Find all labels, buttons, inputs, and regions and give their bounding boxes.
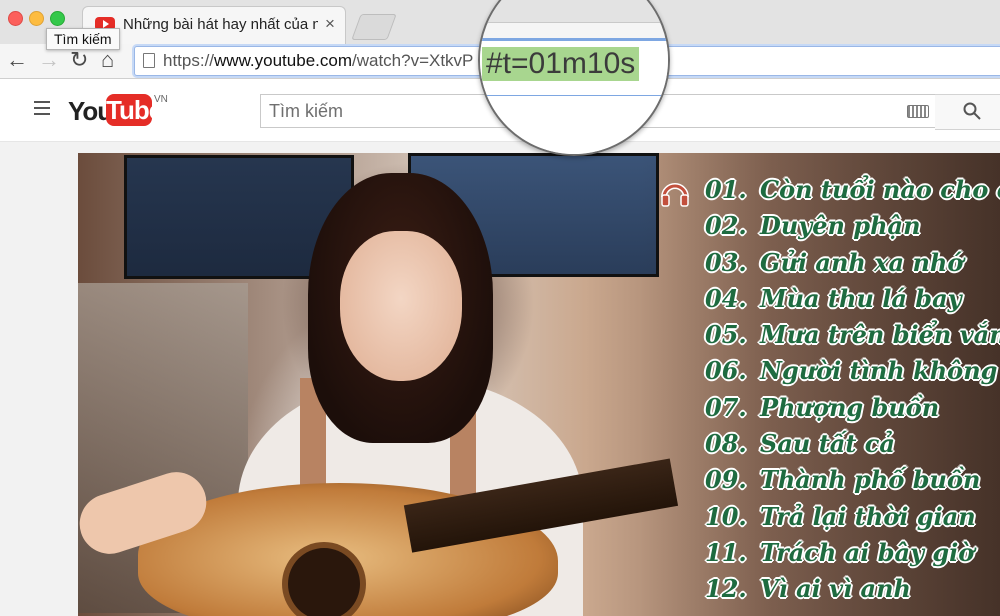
list-item: 07. Phượng buồn [660, 393, 1000, 429]
youtube-logo-tube[interactable]: Tube [106, 94, 163, 126]
tab-close-icon[interactable]: × [325, 14, 335, 34]
list-item: 02. Duyên phận [660, 211, 1000, 247]
home-button[interactable]: ⌂ [101, 46, 114, 74]
search-input[interactable]: Tìm kiếm [269, 101, 343, 122]
track-number: 06. [705, 356, 747, 386]
track-name: Người tình không đến [760, 356, 1000, 386]
track-number: 08. [705, 429, 747, 459]
url-domain: www.youtube.com [214, 51, 352, 70]
forward-button[interactable]: → [38, 46, 60, 74]
track-number: 04. [705, 283, 747, 313]
track-name: Gửi anh xa nhớ [760, 247, 964, 277]
list-item: 09. Thành phố buồn [660, 465, 1000, 501]
tab-title: Những bài hát hay nhất của nữ [123, 16, 318, 33]
track-name: Duyên phận [760, 211, 921, 241]
track-name: Sau tất cả [760, 429, 895, 459]
minimize-window-button[interactable] [29, 11, 44, 26]
track-number: 01. [705, 175, 747, 204]
track-number: 09. [705, 465, 747, 495]
track-number: 03. [705, 247, 747, 277]
track-number: 07. [705, 392, 747, 422]
track-number: 11. [705, 537, 747, 567]
url-magnifier: #t=01m10s [478, 0, 670, 156]
track-name: Mùa thu lá bay [760, 283, 962, 313]
browser-tab[interactable]: Những bài hát hay nhất của nữ × [82, 6, 346, 45]
list-item: 12. Vì ai vì anh [660, 574, 1000, 610]
list-item: 03. Gửi anh xa nhớ [660, 248, 1000, 284]
page-icon [143, 53, 155, 68]
magnifier-titlebar [480, 0, 668, 23]
track-name: Trách ai bây giờ [760, 537, 975, 567]
new-tab-button[interactable] [351, 14, 397, 40]
track-name: Phượng buồn [760, 392, 940, 422]
track-name: Thành phố buồn [760, 465, 981, 495]
track-number: 02. [705, 211, 747, 241]
track-name: Trả lại thời gian [760, 501, 976, 531]
list-item: 04. Mùa thu lá bay [660, 284, 1000, 320]
back-button[interactable]: ← [6, 46, 28, 74]
track-list: 01. Còn tuổi nào cho em 02. Duyên phận 03. Gử… [660, 175, 1000, 611]
magnified-timestamp: #t=01m10s [482, 47, 640, 81]
list-item: 08. Sau tất cả [660, 429, 1000, 465]
region-label: VN [154, 94, 168, 105]
track-number: 10. [705, 501, 747, 531]
video-player[interactable]: 01. Còn tuổi nào cho em 02. Duyên phận 03. Gử… [78, 153, 1000, 616]
close-window-button[interactable] [8, 11, 23, 26]
list-item: 06. Người tình không đến [660, 356, 1000, 392]
maximize-window-button[interactable] [50, 11, 65, 26]
tooltip: Tìm kiếm [46, 28, 120, 50]
search-icon [963, 102, 981, 120]
track-name: Còn tuổi nào cho em [760, 175, 1000, 204]
menu-icon[interactable] [34, 101, 50, 115]
url-path: /watch?v=XtkvP [351, 51, 474, 70]
magnifier-address-bar: #t=01m10s [480, 38, 668, 98]
reload-button[interactable]: ↻ [70, 46, 88, 74]
keyboard-icon[interactable] [907, 105, 929, 118]
list-item: 01. Còn tuổi nào cho em [660, 175, 1000, 211]
list-item: 10. Trả lại thời gian [660, 502, 1000, 538]
search-button[interactable] [935, 94, 1000, 130]
track-number: 12. [705, 574, 747, 604]
track-name: Vì ai vì anh [760, 574, 911, 604]
url-scheme: https:// [163, 51, 215, 70]
list-item: 05. Mưa trên biển vắng [660, 320, 1000, 356]
list-item: 11. Trách ai bây giờ [660, 538, 1000, 574]
guitar-soundhole [288, 548, 360, 616]
track-number: 05. [705, 320, 747, 350]
magnifier-page [480, 96, 668, 154]
song-list: 01. Còn tuổi nào cho em 02. Duyên phận 03. Gử… [660, 175, 1000, 611]
url-text: https://www.youtube.com/watch?v=XtkvP [163, 51, 473, 71]
singer-face [340, 231, 462, 381]
track-name: Mưa trên biển vắng [760, 320, 1000, 350]
